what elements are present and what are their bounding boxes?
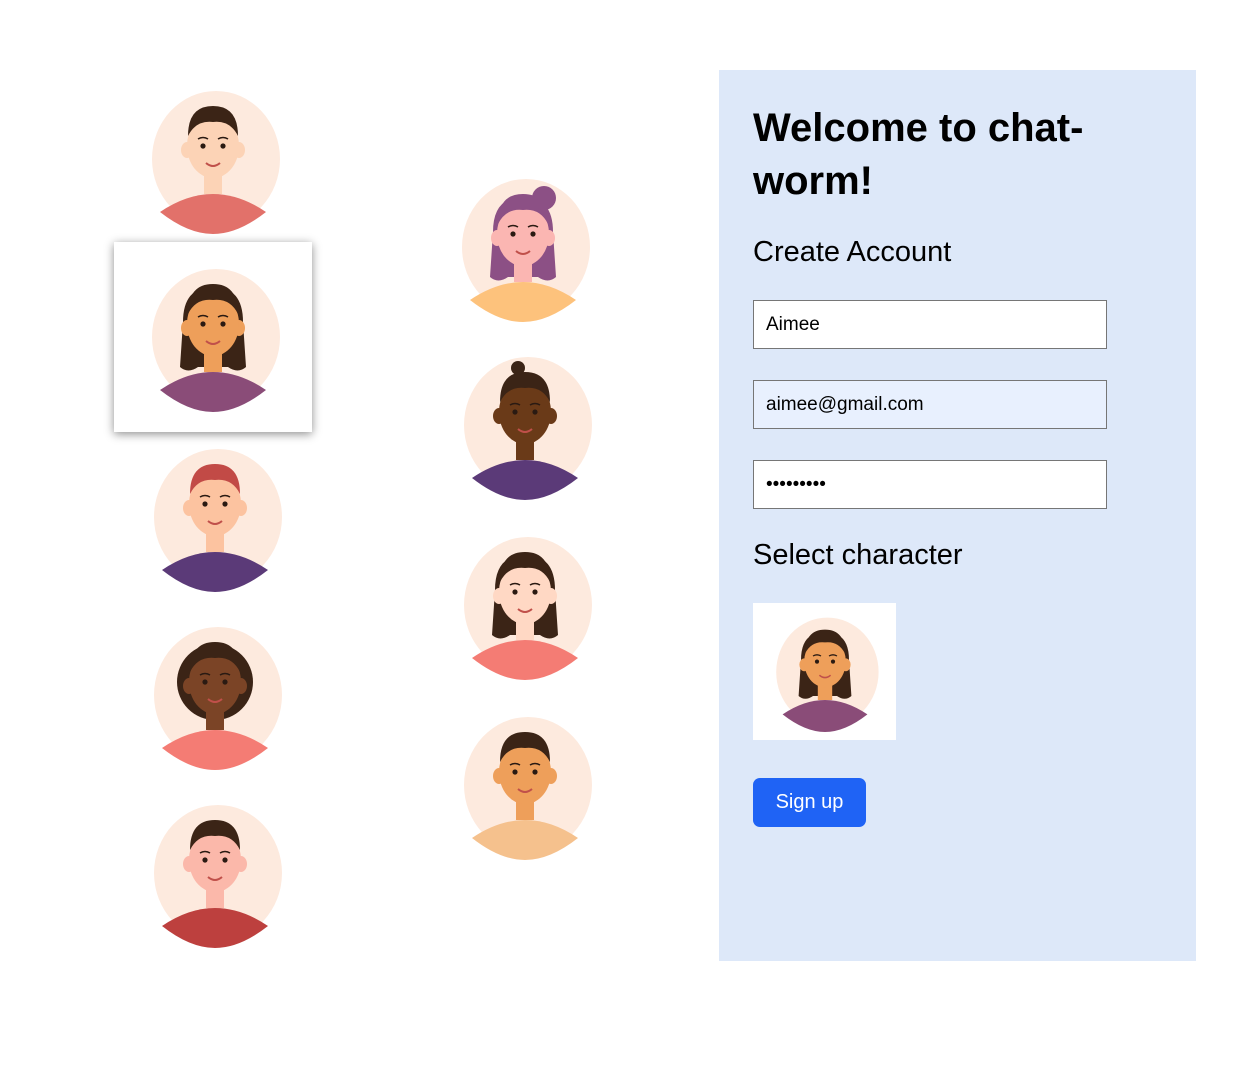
avatar-portrait-icon — [154, 627, 282, 770]
character-girl-bun[interactable] — [448, 172, 598, 322]
avatar-portrait-icon — [154, 449, 282, 592]
username-field[interactable] — [753, 300, 1107, 349]
avatar-portrait-icon — [464, 537, 592, 680]
character-girl-overalls[interactable] — [450, 530, 600, 680]
password-field[interactable] — [753, 460, 1107, 509]
create-account-heading: Create Account — [753, 236, 952, 268]
page-title: Welcome to chat-worm! — [753, 106, 1084, 203]
character-boy-red-hair[interactable] — [140, 442, 290, 592]
avatar-portrait-icon — [152, 91, 280, 234]
select-character-heading: Select character — [753, 539, 963, 571]
page: Welcome to chat-worm! Create Account Sel… — [0, 0, 1253, 1074]
avatar-portrait-icon — [152, 269, 280, 412]
signup-panel: Welcome to chat-worm! Create Account Sel… — [719, 70, 1196, 961]
character-boy-turtleneck[interactable] — [450, 350, 600, 500]
email-field[interactable] — [753, 380, 1107, 429]
selected-character-preview — [753, 603, 896, 740]
avatar-portrait-icon — [154, 805, 282, 948]
character-girl-purple-top[interactable] — [114, 242, 312, 432]
avatar-portrait-icon — [462, 179, 590, 322]
character-boy-red-hoodie[interactable] — [138, 84, 288, 234]
character-boy-vest[interactable] — [450, 710, 600, 860]
character-girl-curly-hair[interactable] — [140, 620, 290, 770]
avatar-portrait-icon — [464, 357, 592, 500]
avatar-portrait-icon — [775, 617, 879, 732]
character-boy-striped-shirt[interactable] — [140, 798, 290, 948]
signup-button[interactable]: Sign up — [753, 778, 866, 827]
avatar-portrait-icon — [464, 717, 592, 860]
